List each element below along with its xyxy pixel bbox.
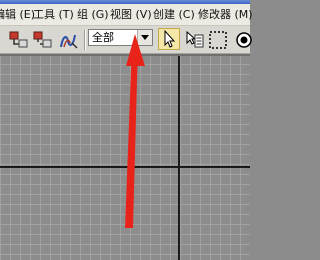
viewport-vertical-axis	[178, 56, 180, 260]
menu-group[interactable]: 组 (G)	[77, 7, 109, 23]
viewport-horizontal-axis	[0, 166, 250, 168]
select-arrow-icon	[164, 29, 176, 48]
select-object-button[interactable]	[158, 28, 180, 50]
menu-create[interactable]: 创建 (C)	[153, 7, 195, 23]
rectangular-region-icon[interactable]	[207, 29, 229, 51]
viewport-border	[0, 54, 250, 56]
selection-filter-dropdown[interactable]: 全部	[88, 29, 153, 46]
viewport-grid[interactable]	[0, 54, 250, 260]
chevron-down-icon[interactable]	[137, 30, 152, 45]
selection-filter-value: 全部	[92, 31, 114, 44]
menu-modifiers[interactable]: 修改器 (M)	[198, 7, 253, 23]
window-crossing-icon[interactable]	[232, 29, 254, 51]
link-icon[interactable]	[8, 29, 30, 51]
main-toolbar: 全部	[0, 26, 252, 54]
menu-bar: 编辑 (E) 工具 (T) 组 (G) 视图 (V) 创建 (C) 修改器 (M…	[0, 4, 253, 26]
unlink-icon[interactable]	[32, 29, 54, 51]
toolbar-separator	[84, 30, 85, 50]
menu-edit[interactable]: 编辑 (E)	[0, 7, 35, 23]
bind-space-warp-icon[interactable]	[58, 29, 80, 51]
select-by-name-icon[interactable]	[183, 29, 205, 51]
menu-tools[interactable]: 工具 (T)	[33, 7, 74, 23]
menu-views[interactable]: 视图 (V)	[110, 7, 152, 23]
